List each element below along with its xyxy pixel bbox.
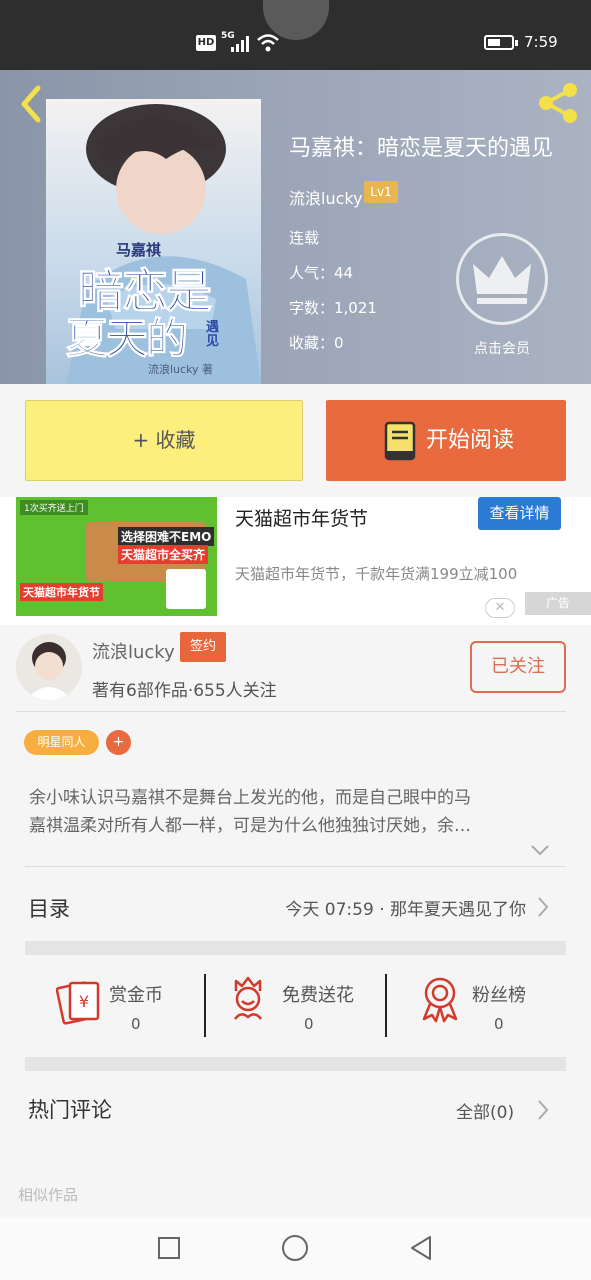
- ad-tag: 广告: [525, 592, 591, 615]
- cover-title-line2: 夏天的: [65, 314, 188, 364]
- chevron-right-icon[interactable]: [536, 1099, 550, 1121]
- free-flowers-label: 免费送花: [282, 985, 354, 1006]
- follow-button[interactable]: 已关注: [470, 641, 566, 693]
- svg-text:¥: ¥: [79, 992, 89, 1011]
- separator: [385, 974, 387, 1037]
- flower-icon: [234, 976, 262, 1020]
- add-tag-button[interactable]: +: [106, 730, 131, 755]
- reward-coins[interactable]: ¥ 赏金币 0: [56, 975, 226, 1035]
- author-level-badge: Lv1: [364, 181, 398, 203]
- ad-image-headline1: 选择困难不EMO: [118, 527, 215, 546]
- medal-icon: [422, 977, 458, 1023]
- synopsis-line2: 嘉祺温柔对所有人都一样，可是为什么他独独讨厌她，余…: [29, 816, 471, 836]
- ad-title[interactable]: 天猫超市年货节: [235, 504, 368, 531]
- chevron-down-icon[interactable]: [530, 843, 550, 857]
- favorite-button[interactable]: + 收藏: [25, 400, 303, 481]
- fan-ranking-count: 0: [494, 1015, 504, 1033]
- toc-label[interactable]: 目录: [28, 893, 70, 923]
- header-author-name[interactable]: 流浪lucky: [289, 185, 363, 209]
- wifi-icon: [257, 34, 279, 52]
- section-separator: [25, 941, 566, 955]
- free-flowers-count: 0: [304, 1015, 314, 1033]
- book-icon: [384, 421, 416, 461]
- ad-image-footer: 天猫超市年货节: [20, 583, 103, 601]
- clock: 7:59: [524, 33, 558, 51]
- ad-close-icon[interactable]: ✕: [485, 598, 515, 618]
- synopsis-line1: 余小味认识马嘉祺不是舞台上发光的他，而是自己眼中的马: [29, 788, 471, 808]
- book-title: 马嘉祺：暗恋是夏天的遇见: [289, 136, 554, 161]
- book-cover[interactable]: 马嘉祺 暗恋是 夏天的 遇见 流浪lucky 著: [46, 99, 261, 384]
- ad-image[interactable]: 1次买齐送上门 选择困难不EMO 天猫超市全买齐 天猫超市年货节: [16, 497, 217, 616]
- battery-icon: [484, 35, 514, 50]
- ad-image-badge: 1次买齐送上门: [20, 500, 88, 515]
- serial-status: 连载: [289, 229, 320, 247]
- start-reading-button[interactable]: 开始阅读: [326, 400, 566, 481]
- reward-coins-count: 0: [131, 1015, 141, 1033]
- ad-image-headline2: 天猫超市全买齐: [118, 545, 209, 564]
- cover-author-credit: 流浪lucky 著: [148, 363, 214, 376]
- separator: [204, 974, 206, 1037]
- author-name[interactable]: 流浪lucky: [92, 638, 175, 664]
- ad-image-phone: [166, 569, 206, 609]
- reward-coins-label: 赏金币: [109, 985, 163, 1006]
- share-icon[interactable]: [534, 80, 582, 126]
- author-stats: 著有6部作品·655人关注: [92, 681, 277, 701]
- divider: [25, 866, 566, 867]
- section-separator: [25, 1057, 566, 1071]
- signed-badge: 签约: [180, 632, 226, 662]
- similar-works-label: 相似作品: [18, 1186, 79, 1204]
- recent-apps-icon[interactable]: [158, 1237, 180, 1259]
- all-comments-link[interactable]: 全部(0): [456, 1098, 514, 1123]
- red-envelope-icon: ¥: [56, 981, 100, 1025]
- chevron-right-icon[interactable]: [536, 896, 550, 918]
- hd-indicator: HD: [196, 35, 216, 51]
- battery-tip: [515, 40, 518, 46]
- favorites-count: 收藏：0: [289, 334, 344, 352]
- author-avatar[interactable]: [16, 634, 82, 700]
- vip-label[interactable]: 点击会员: [448, 338, 556, 358]
- start-reading-label: 开始阅读: [426, 428, 515, 453]
- synopsis[interactable]: 余小味认识马嘉祺不是舞台上发光的他，而是自己眼中的马 嘉祺温柔对所有人都一样，可…: [29, 784, 553, 840]
- word-count: 字数：1,021: [289, 299, 377, 317]
- popularity: 人气：44: [289, 264, 354, 282]
- signal-icon: [231, 36, 249, 52]
- vip-button[interactable]: [456, 233, 548, 325]
- crown-icon: [473, 256, 531, 304]
- back-triangle-icon[interactable]: [408, 1234, 434, 1262]
- free-flowers[interactable]: 免费送花 0: [229, 975, 399, 1035]
- ad-description[interactable]: 天猫超市年货节，千款年货满199立减100: [235, 563, 517, 584]
- divider: [16, 711, 566, 712]
- tag-celebrity-fanfic[interactable]: 明星同人: [24, 730, 99, 755]
- home-icon[interactable]: [282, 1235, 308, 1261]
- back-arrow-icon[interactable]: [14, 84, 50, 124]
- latest-chapter[interactable]: 今天 07:59 · 那年夏天遇见了你: [220, 895, 526, 920]
- cover-title-suffix: 遇见: [206, 320, 220, 349]
- fan-ranking-label: 粉丝榜: [472, 985, 526, 1006]
- fan-ranking[interactable]: 粉丝榜 0: [419, 975, 589, 1035]
- ad-detail-button[interactable]: 查看详情: [478, 497, 561, 530]
- hot-comments-label: 热门评论: [28, 1098, 112, 1122]
